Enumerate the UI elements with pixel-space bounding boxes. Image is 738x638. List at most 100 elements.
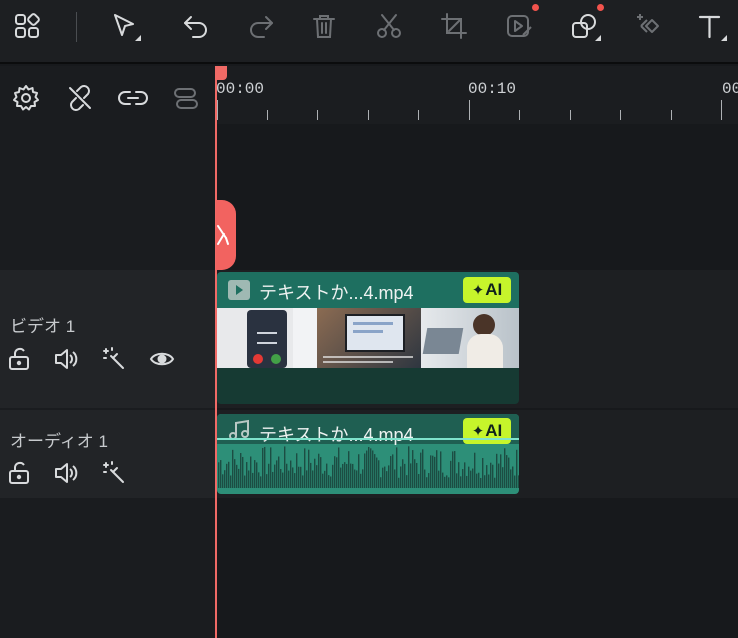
layout-grid-button[interactable] <box>9 8 45 44</box>
video-clip-title: テキストか...4.mp4 <box>259 283 414 303</box>
waveform-bar <box>394 469 396 488</box>
waveform-bar <box>250 456 252 488</box>
waveform-bar <box>470 470 472 488</box>
waveform-bar <box>400 466 402 488</box>
waveform-bar <box>244 475 246 488</box>
waveform-bar <box>342 463 344 488</box>
waveform-bar <box>292 467 294 488</box>
waveform-bar <box>254 460 256 488</box>
ruler-tick <box>266 110 268 120</box>
timeline-ruler[interactable]: 00:00 00:10 00 <box>216 66 738 124</box>
waveform-bar <box>412 450 414 488</box>
audio-magic-button[interactable] <box>100 459 128 487</box>
waveform-bar <box>308 449 310 488</box>
waveform-bar <box>448 477 450 488</box>
ruler-time-label: 00 <box>722 80 738 98</box>
redo-button[interactable] <box>243 8 279 44</box>
waveform-bar <box>380 477 382 488</box>
scissors-icon <box>217 225 229 245</box>
keyframe-button[interactable] <box>630 8 666 44</box>
audio-mute-button[interactable] <box>52 459 80 487</box>
text-button[interactable] <box>692 8 728 44</box>
waveform-bar <box>218 462 220 488</box>
waveform-bar <box>494 477 496 488</box>
waveform-bar <box>288 470 290 488</box>
waveform-bar <box>220 460 222 488</box>
waveform-bar <box>282 472 284 488</box>
waveform-bar <box>276 460 278 488</box>
waveform-bar <box>278 456 280 488</box>
waveform-bar <box>410 463 412 488</box>
ai-badge[interactable]: ✦ AI <box>463 277 511 303</box>
waveform-bar <box>274 464 276 488</box>
split-button[interactable] <box>371 8 407 44</box>
waveform-bar <box>488 474 490 488</box>
waveform-bar <box>472 468 474 488</box>
ruler-tick <box>569 110 571 120</box>
waveform-bar <box>226 463 228 488</box>
waveform-bar <box>322 473 324 488</box>
link-icon <box>118 91 148 105</box>
waveform-bar <box>302 475 304 488</box>
notification-dot <box>532 4 539 11</box>
audio-track-header: オーディオ 1 <box>0 410 215 498</box>
playhead-line[interactable] <box>215 66 217 638</box>
waveform-bar <box>286 463 288 488</box>
waveform-bar <box>280 469 282 488</box>
timeline-empty-area[interactable] <box>216 124 738 270</box>
waveform-bar <box>324 470 326 488</box>
waveform-bar <box>462 469 464 488</box>
video-lock-button[interactable] <box>6 345 34 373</box>
waveform-bar <box>362 469 364 488</box>
ruler-tick <box>217 100 218 120</box>
audio-clip[interactable]: テキストか...4.mp4 ✦ AI <box>217 414 519 494</box>
playhead-marker[interactable] <box>215 66 227 80</box>
play-icon <box>228 280 250 300</box>
waveform-bar <box>510 469 512 488</box>
waveform-bar <box>338 447 340 488</box>
group-button[interactable] <box>169 81 203 115</box>
audio-waveform <box>218 446 519 488</box>
volume-line[interactable] <box>217 438 519 440</box>
waveform-bar <box>228 461 230 488</box>
group-icon <box>174 88 198 109</box>
waveform-bar <box>262 447 264 488</box>
undo-button[interactable] <box>178 8 214 44</box>
unlink-button[interactable] <box>63 81 97 115</box>
waveform-bar <box>480 477 482 488</box>
waveform-bar <box>284 446 286 488</box>
video-visibility-button[interactable] <box>148 345 176 373</box>
waveform-bar <box>268 463 270 488</box>
waveform-bar <box>360 473 362 488</box>
timeline-settings-button[interactable] <box>9 81 43 115</box>
crop-button[interactable] <box>436 8 472 44</box>
waveform-bar <box>348 451 350 488</box>
video-clip[interactable]: テキストか...4.mp4 ✦ AI <box>217 272 519 404</box>
replace-media-button[interactable] <box>501 4 539 44</box>
audio-lock-button[interactable] <box>6 459 34 487</box>
waveform-bar <box>444 476 446 488</box>
waveform-bar <box>374 454 376 488</box>
waveform-bar <box>430 455 432 488</box>
ai-badge[interactable]: ✦ AI <box>463 418 511 444</box>
waveform-bar <box>330 476 332 488</box>
waveform-bar <box>506 455 508 488</box>
video-magic-button[interactable] <box>100 345 128 373</box>
video-mute-button[interactable] <box>52 345 80 373</box>
undo-icon <box>184 16 207 38</box>
waveform-bar <box>446 475 448 488</box>
playhead-scissors-handle[interactable] <box>216 200 236 270</box>
waveform-bar <box>442 472 444 488</box>
shapes-button[interactable] <box>566 4 604 44</box>
waveform-bar <box>428 473 430 488</box>
unlock-icon <box>9 347 29 370</box>
delete-button[interactable] <box>306 8 342 44</box>
link-button[interactable] <box>116 81 150 115</box>
waveform-bar <box>498 463 500 488</box>
waveform-bar <box>378 460 380 488</box>
waveform-bar <box>384 466 386 488</box>
waveform-bar <box>316 465 318 488</box>
waveform-bar <box>234 459 236 488</box>
select-tool-button[interactable] <box>106 8 142 44</box>
waveform-bar <box>508 457 510 488</box>
